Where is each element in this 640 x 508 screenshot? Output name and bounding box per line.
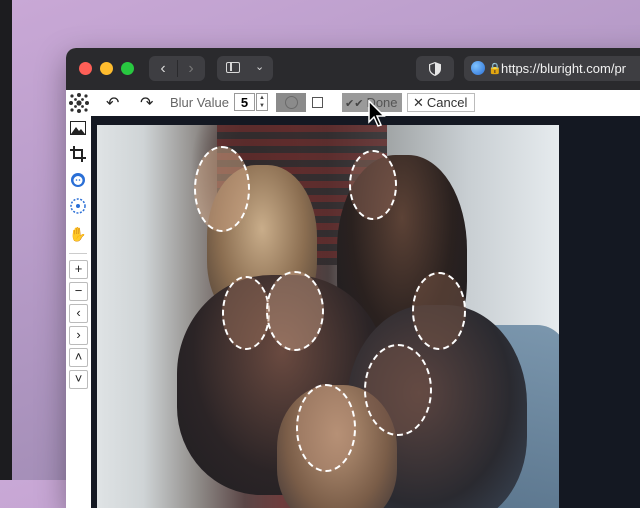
zoom-in-button[interactable]: + [69,260,88,279]
blur-value-input[interactable]: 5 [234,93,255,111]
tool-divider [69,253,87,254]
shield-icon [429,61,441,76]
app-logo-icon[interactable] [68,92,90,114]
rectangle-shape-button[interactable] [310,95,324,109]
zoom-out-button[interactable]: − [69,282,88,301]
hand-icon[interactable]: ✋ [68,224,88,244]
browser-titlebar: ‹ › ⌄ 🔒 https://bluright.com/pr [66,48,640,91]
redo-icon[interactable]: ↷ [140,93,153,113]
face-blur-selection[interactable] [349,150,397,220]
minimize-window-button[interactable] [100,62,113,75]
chevron-down-icon: ⌄ [255,61,265,73]
left-tool-panel: ✋ + − ‹ › ˄ ˅ [66,116,92,508]
url-text: https://bluright.com/pr [501,61,626,76]
blur-value-label: Blur Value [170,95,230,110]
manual-blur-icon[interactable] [68,198,88,218]
face-blur-selection[interactable] [194,146,250,232]
face-blur-selection[interactable] [412,272,466,350]
blur-value-stepper[interactable]: ▲ ▼ [256,93,268,111]
face-blur-selection[interactable] [296,384,356,472]
address-bar[interactable]: 🔒 https://bluright.com/pr [464,56,640,81]
close-icon: ✕ [413,95,424,110]
pan-down-button[interactable]: ˅ [69,370,88,389]
cancel-label: Cancel [426,95,468,110]
chevron-left-icon[interactable]: ‹ [149,56,177,81]
close-window-button[interactable] [79,62,92,75]
privacy-shield-button[interactable] [416,56,454,81]
sidebar-icon [226,62,240,73]
pan-right-button[interactable]: › [69,326,88,345]
fullscreen-window-button[interactable] [121,62,134,75]
history-nav: ‹ › [149,56,205,81]
pan-up-button[interactable]: ˄ [69,348,88,367]
crop-icon[interactable] [68,146,88,166]
pan-left-button[interactable]: ‹ [69,304,88,323]
face-blur-selection[interactable] [266,271,324,351]
mouse-cursor-icon [368,100,386,127]
editor-toolbar: ↶ ↷ Blur Value 5 ▲ ▼ ✔✔ Done ✕ Cancel [66,90,640,117]
face-blur-selection[interactable] [222,276,270,350]
face-detect-icon[interactable] [68,172,88,192]
sidebar-toggle-button[interactable]: ⌄ [217,56,273,81]
undo-icon[interactable]: ↶ [106,93,119,113]
image-icon[interactable] [68,120,88,140]
chevron-right-icon[interactable]: › [177,56,205,81]
cancel-button[interactable]: ✕ Cancel [407,93,475,112]
face-blur-selection[interactable] [364,344,432,436]
lock-icon: 🔒 [488,63,502,75]
desktop-edge [0,0,12,480]
globe-icon [471,61,485,75]
double-check-icon: ✔✔ [345,98,364,110]
ellipse-shape-button[interactable] [276,93,306,112]
